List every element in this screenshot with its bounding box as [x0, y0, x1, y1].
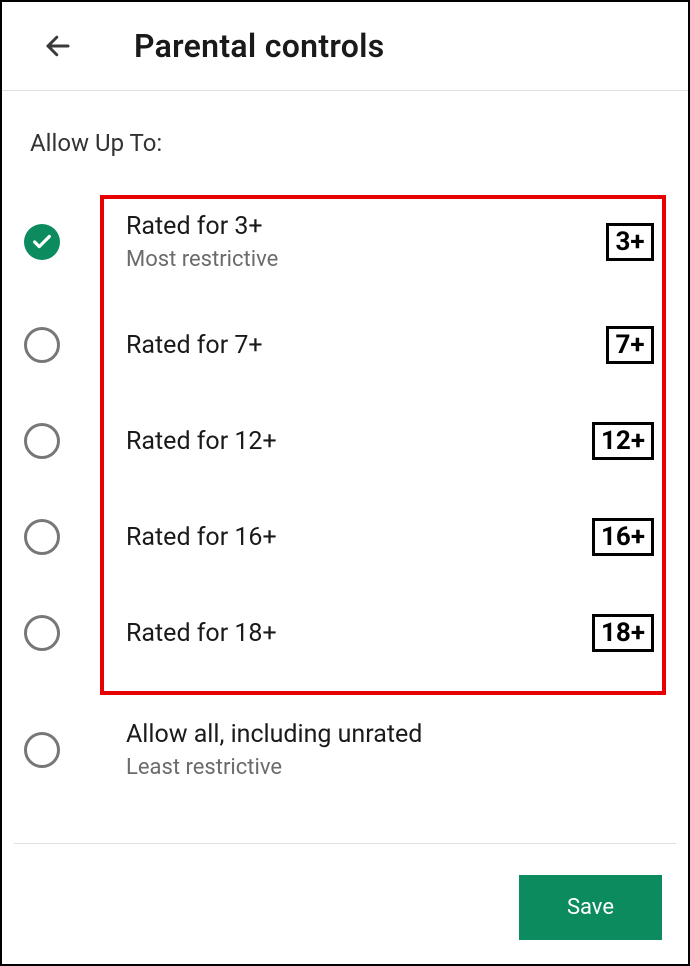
- radio-icon[interactable]: [24, 519, 60, 555]
- option-labels: Rated for 3+ Most restrictive: [60, 212, 606, 272]
- option-label: Rated for 7+: [126, 331, 606, 360]
- option-labels: Rated for 16+: [60, 523, 592, 552]
- option-rated-12[interactable]: Rated for 12+ 12+: [24, 393, 666, 489]
- page-title: Parental controls: [134, 27, 385, 65]
- back-arrow-icon[interactable]: [38, 26, 78, 66]
- rating-badge: 7+: [606, 326, 654, 365]
- option-label: Allow all, including unrated: [126, 720, 666, 749]
- rating-badge: 3+: [606, 223, 654, 262]
- radio-icon[interactable]: [24, 423, 60, 459]
- rating-badge: 18+: [592, 614, 654, 653]
- option-allow-all[interactable]: Allow all, including unrated Least restr…: [24, 695, 666, 805]
- radio-icon[interactable]: [24, 327, 60, 363]
- option-rated-7[interactable]: Rated for 7+ 7+: [24, 297, 666, 393]
- option-labels: Rated for 7+: [60, 331, 606, 360]
- header: Parental controls: [2, 2, 688, 91]
- option-labels: Rated for 18+: [60, 619, 592, 648]
- option-label: Rated for 3+: [126, 212, 606, 241]
- section-label: Allow Up To:: [2, 91, 688, 179]
- options-list: Rated for 3+ Most restrictive 3+ Rated f…: [2, 187, 688, 805]
- option-rated-3[interactable]: Rated for 3+ Most restrictive 3+: [24, 187, 666, 297]
- option-label: Rated for 16+: [126, 523, 592, 552]
- rating-badge: 16+: [592, 518, 654, 557]
- option-sublabel: Least restrictive: [126, 755, 666, 780]
- radio-icon[interactable]: [24, 615, 60, 651]
- option-sublabel: Most restrictive: [126, 247, 606, 272]
- option-rated-18[interactable]: Rated for 18+ 18+: [24, 585, 666, 681]
- radio-selected-icon[interactable]: [24, 224, 60, 260]
- option-rated-16[interactable]: Rated for 16+ 16+: [24, 489, 666, 585]
- divider: [14, 843, 676, 844]
- option-label: Rated for 18+: [126, 619, 592, 648]
- option-label: Rated for 12+: [126, 427, 592, 456]
- rating-badge: 12+: [592, 422, 654, 461]
- radio-icon[interactable]: [24, 732, 60, 768]
- option-labels: Rated for 12+: [60, 427, 592, 456]
- option-labels: Allow all, including unrated Least restr…: [60, 720, 666, 780]
- save-button[interactable]: Save: [519, 875, 662, 940]
